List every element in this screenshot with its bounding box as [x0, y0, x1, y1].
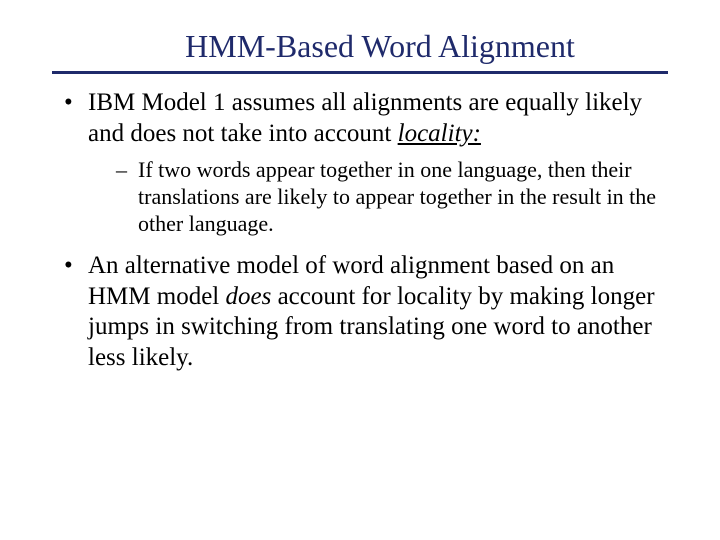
sub-bullet-list: If two words appear together in one lang… [88, 157, 662, 237]
emphasis-does: does [226, 283, 272, 310]
bullet-list: IBM Model 1 assumes all alignments are e… [52, 88, 668, 373]
emphasis-locality: locality: [398, 120, 481, 147]
title-divider [52, 71, 668, 74]
list-item: IBM Model 1 assumes all alignments are e… [62, 88, 662, 237]
bullet-text: If two words appear together in one lang… [138, 157, 656, 236]
list-item: An alternative model of word alignment b… [62, 251, 662, 373]
slide: HMM-Based Word Alignment IBM Model 1 ass… [0, 0, 720, 540]
slide-title: HMM-Based Word Alignment [52, 28, 668, 65]
bullet-text: IBM Model 1 assumes all alignments are e… [88, 89, 642, 147]
list-item: If two words appear together in one lang… [116, 157, 662, 237]
